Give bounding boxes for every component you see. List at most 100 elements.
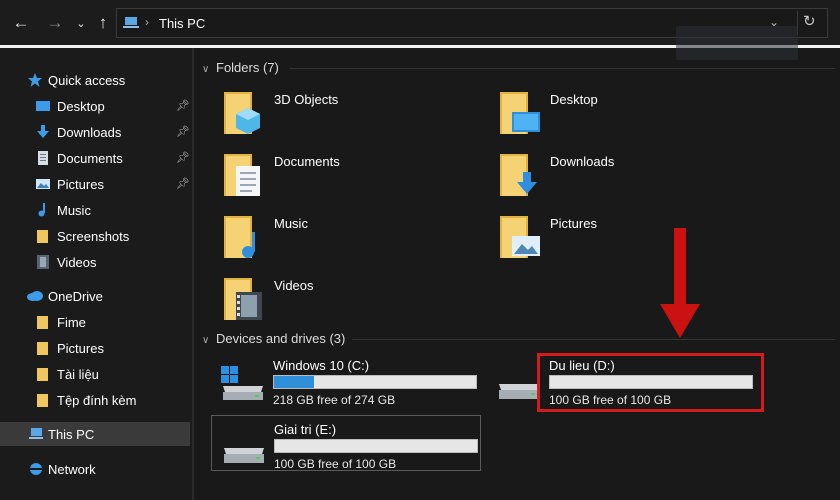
sidebar-item-this-pc[interactable]: This PC [0,422,190,446]
sidebar-item-label: OneDrive [48,289,103,304]
folder-pictures[interactable]: Pictures [498,212,758,268]
drives-section-title: Devices and drives (3) [216,331,346,346]
computer-icon [29,428,43,439]
drive-usage-bar [273,375,477,389]
sidebar-item-label: Tài liệu [57,367,99,382]
sidebar-item-documents[interactable]: Documents 📌︎ [0,146,190,170]
drive-c[interactable]: Windows 10 (C:) 218 GB free of 274 GB [211,352,481,408]
recent-locations-chevron-icon[interactable]: ⌄ [70,12,92,34]
drive-d-highlight-box [537,353,764,412]
folders-section-title: Folders (7) [216,60,279,75]
folder-desktop[interactable]: Desktop [498,88,758,144]
sidebar-item-label: Pictures [57,341,104,356]
sidebar-item-music[interactable]: Music [0,198,190,222]
sidebar-item-tep-dinh-kem[interactable]: Tệp đính kèm [0,388,190,412]
sidebar-item-onedrive[interactable]: OneDrive [0,284,190,308]
desktop-icon [36,101,50,111]
folder-label: Pictures [550,216,597,231]
sidebar-item-label: Fime [57,315,86,330]
folder-icon [37,342,48,355]
refresh-icon[interactable]: ↻ [803,12,816,30]
music-icon [38,203,45,217]
drive-usage-fill [274,376,315,388]
pin-icon[interactable]: 📌︎ [176,151,190,164]
breadcrumb-separator-icon: › [145,15,149,29]
folders-section-header[interactable]: ∨ Folders (7) [202,60,279,75]
sidebar-item-screenshots[interactable]: Screenshots [0,224,190,248]
download-icon [37,125,49,138]
sidebar-item-label: Tệp đính kèm [57,393,137,408]
pin-icon[interactable]: 📌︎ [176,177,190,190]
address-location[interactable]: This PC [159,16,205,31]
sidebar-item-downloads[interactable]: Downloads 📌︎ [0,120,190,144]
sidebar-item-label: Quick access [48,73,126,88]
sidebar-item-label: Desktop [57,99,105,114]
folder-icon [37,316,48,329]
pin-icon[interactable]: 📌︎ [176,125,190,138]
sidebar-item-tai-lieu[interactable]: Tài liệu [0,362,190,386]
up-arrow-icon[interactable]: ↑ [92,12,114,34]
downloads-folder-icon [500,154,537,196]
folder-label: Downloads [550,154,615,169]
sidebar-item-quick-access[interactable]: Quick access [0,68,190,92]
sidebar-item-label: Videos [57,255,97,270]
forward-arrow-icon[interactable]: → [44,12,66,34]
folder-label: Videos [274,278,314,293]
sidebar-item-fime[interactable]: Fime [0,310,190,334]
hard-drive-icon [499,384,539,399]
folder-label: Music [274,216,308,231]
section-divider [352,339,835,340]
folder-downloads[interactable]: Downloads [498,150,758,206]
pictures-icon [36,179,50,189]
cloud-icon [27,291,43,301]
3d-objects-folder-icon [224,92,260,134]
documents-icon [38,151,48,165]
folder-icon [37,368,48,381]
sidebar-item-desktop[interactable]: Desktop 📌︎ [0,94,190,118]
sidebar-item-label: Network [48,462,96,477]
videos-folder-icon [224,278,262,320]
sidebar-item-label: Downloads [57,125,122,140]
folder-documents[interactable]: Documents [222,150,482,206]
folder-icon [37,230,48,243]
folder-3d-objects[interactable]: 3D Objects [222,88,482,144]
sidebar-item-pictures[interactable]: Pictures 📌︎ [0,172,190,196]
folder-music[interactable]: Music [222,212,482,268]
folder-icon [37,394,48,407]
sidebar-item-label: Pictures [57,177,104,192]
network-icon [30,463,42,475]
hard-drive-icon [224,448,264,463]
collapse-chevron-icon[interactable]: ∨ [202,64,216,75]
folder-videos[interactable]: Videos [222,274,482,330]
sidebar-item-label: Documents [57,151,123,166]
drive-free-space: 218 GB free of 274 GB [273,393,396,407]
computer-icon [123,17,139,28]
drive-e[interactable]: Giai tri (E:) 100 GB free of 100 GB [211,415,481,471]
red-arrow-annotation [660,228,700,338]
documents-folder-icon [224,154,260,196]
watermark [676,26,798,60]
collapse-chevron-icon[interactable]: ∨ [202,335,216,346]
sidebar-item-label: Screenshots [57,229,130,244]
folder-label: Documents [274,154,340,169]
desktop-folder-icon [500,92,540,134]
back-arrow-icon[interactable]: ← [10,12,32,34]
drive-name: Windows 10 (C:) [273,358,370,373]
drive-usage-bar [274,439,478,453]
sidebar-item-network[interactable]: Network [0,457,190,481]
sidebar-item-label: This PC [48,427,95,442]
sidebar-scrollbar[interactable] [192,48,194,500]
drives-section-header[interactable]: ∨ Devices and drives (3) [202,331,345,346]
music-folder-icon [224,216,255,258]
sidebar-item-onedrive-pictures[interactable]: Pictures [0,336,190,360]
drive-free-space: 100 GB free of 100 GB [274,457,397,471]
star-icon [28,73,42,87]
folder-label: 3D Objects [274,92,339,107]
navigation-pane: Quick access Desktop 📌︎ Downloads 📌︎ Doc… [0,48,192,500]
windows-drive-icon [221,366,263,400]
videos-icon [37,255,49,269]
sidebar-item-videos[interactable]: Videos [0,250,190,274]
sidebar-item-label: Music [57,203,91,218]
section-divider [290,68,835,69]
pin-icon[interactable]: 📌︎ [176,99,190,112]
